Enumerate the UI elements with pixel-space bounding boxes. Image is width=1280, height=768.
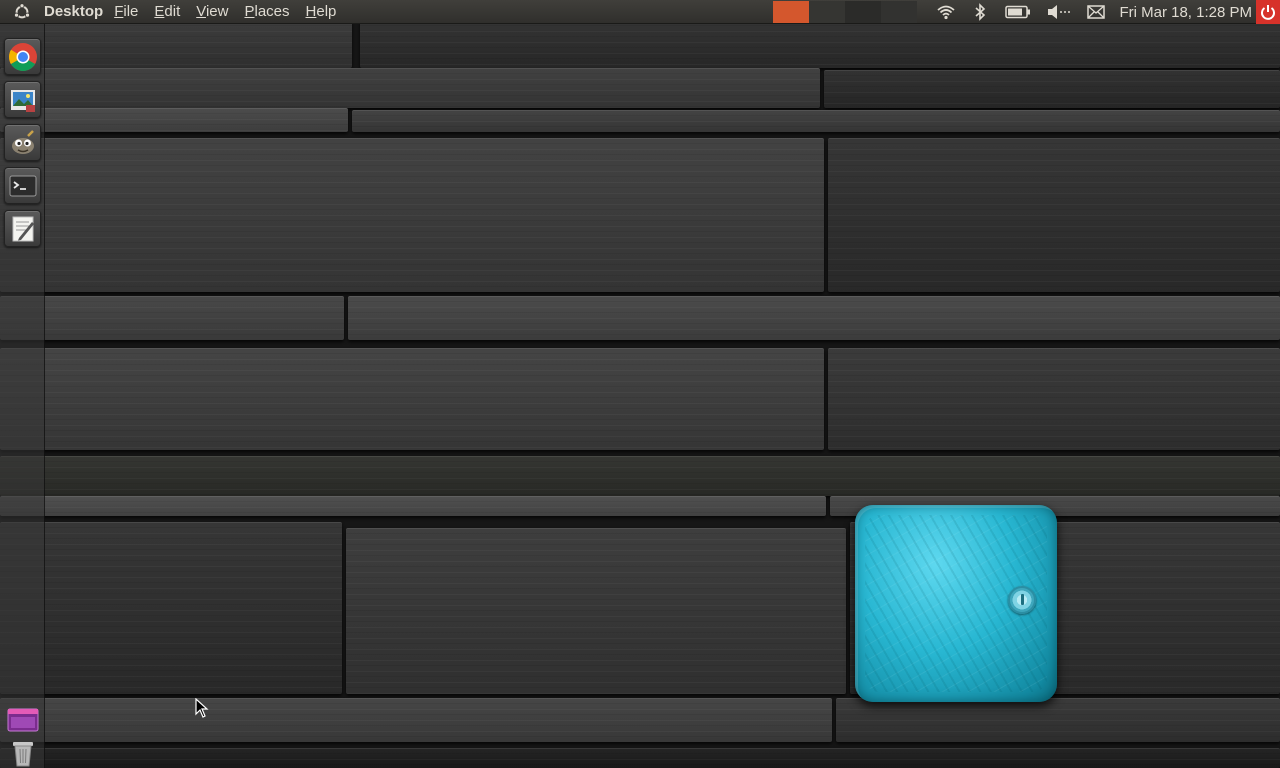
bluetooth-icon[interactable] — [970, 2, 990, 22]
workspace-4[interactable] — [881, 1, 918, 23]
text-editor-icon — [12, 216, 34, 241]
wallpaper-plank — [0, 348, 824, 450]
wallpaper-plank — [0, 748, 1280, 768]
launcher-image-viewer[interactable] — [4, 81, 41, 118]
wallpaper-plank — [0, 522, 342, 694]
wallpaper-plank — [824, 70, 1280, 108]
launcher — [0, 24, 45, 768]
launcher-chrome[interactable] — [4, 38, 41, 75]
workspace-3[interactable] — [845, 1, 882, 23]
menu-edit[interactable]: Edit — [154, 3, 180, 20]
launcher-gimp[interactable] — [4, 124, 41, 161]
wallpaper-plank — [346, 528, 846, 694]
wifi-icon[interactable] — [936, 2, 956, 22]
top-panel: Desktop File Edit View Places Help Fri M… — [0, 0, 1280, 24]
indicator-area: Fri Mar 18, 1:28 PM — [773, 0, 1280, 24]
launcher-text-editor[interactable] — [4, 210, 41, 247]
wallpaper-plank — [0, 20, 352, 68]
workspace-2[interactable] — [809, 1, 846, 23]
wallpaper-plank — [836, 698, 1280, 742]
wallpaper-plank — [0, 496, 826, 516]
gimp-icon — [11, 129, 34, 154]
wallpaper-plank — [0, 108, 348, 132]
menu-places[interactable]: Places — [244, 3, 289, 20]
image-viewer-icon — [10, 89, 35, 112]
wallpaper-plank — [828, 138, 1280, 292]
wallpaper-plank — [0, 296, 344, 340]
app-title: Desktop — [44, 3, 104, 20]
mouse-cursor-icon — [195, 698, 209, 718]
clock[interactable]: Fri Mar 18, 1:28 PM — [1119, 4, 1252, 21]
desktop-wallpaper[interactable] — [0, 0, 1280, 768]
ubuntu-logo-icon[interactable] — [0, 0, 44, 24]
battery-icon[interactable] — [1004, 2, 1032, 22]
workspace-1[interactable] — [773, 1, 810, 23]
menu-file[interactable]: File — [114, 3, 138, 20]
launcher-terminal[interactable] — [4, 167, 41, 204]
mail-icon[interactable] — [1086, 2, 1106, 22]
chrome-icon — [8, 42, 37, 71]
workspace-switcher-icon — [7, 708, 38, 731]
launcher-trash[interactable] — [4, 734, 41, 768]
lock-keyhole-icon — [1008, 586, 1036, 614]
wallpaper-plank — [0, 138, 824, 292]
wallpaper-plank — [348, 296, 1280, 340]
menu-help[interactable]: Help — [306, 3, 337, 20]
wallpaper-plank — [0, 456, 1280, 496]
wallpaper-plank — [828, 348, 1280, 450]
trash-icon — [12, 741, 33, 766]
launcher-workspace-switcher[interactable] — [4, 701, 41, 738]
wallpaper-plank — [0, 698, 832, 742]
wallpaper-plank — [0, 68, 820, 108]
menu-view[interactable]: View — [196, 3, 228, 20]
terminal-icon — [9, 175, 36, 196]
power-icon[interactable] — [1256, 0, 1280, 24]
wallpaper-plank — [352, 110, 1280, 132]
wallpaper-plank — [360, 20, 1280, 68]
volume-icon[interactable] — [1046, 2, 1072, 22]
